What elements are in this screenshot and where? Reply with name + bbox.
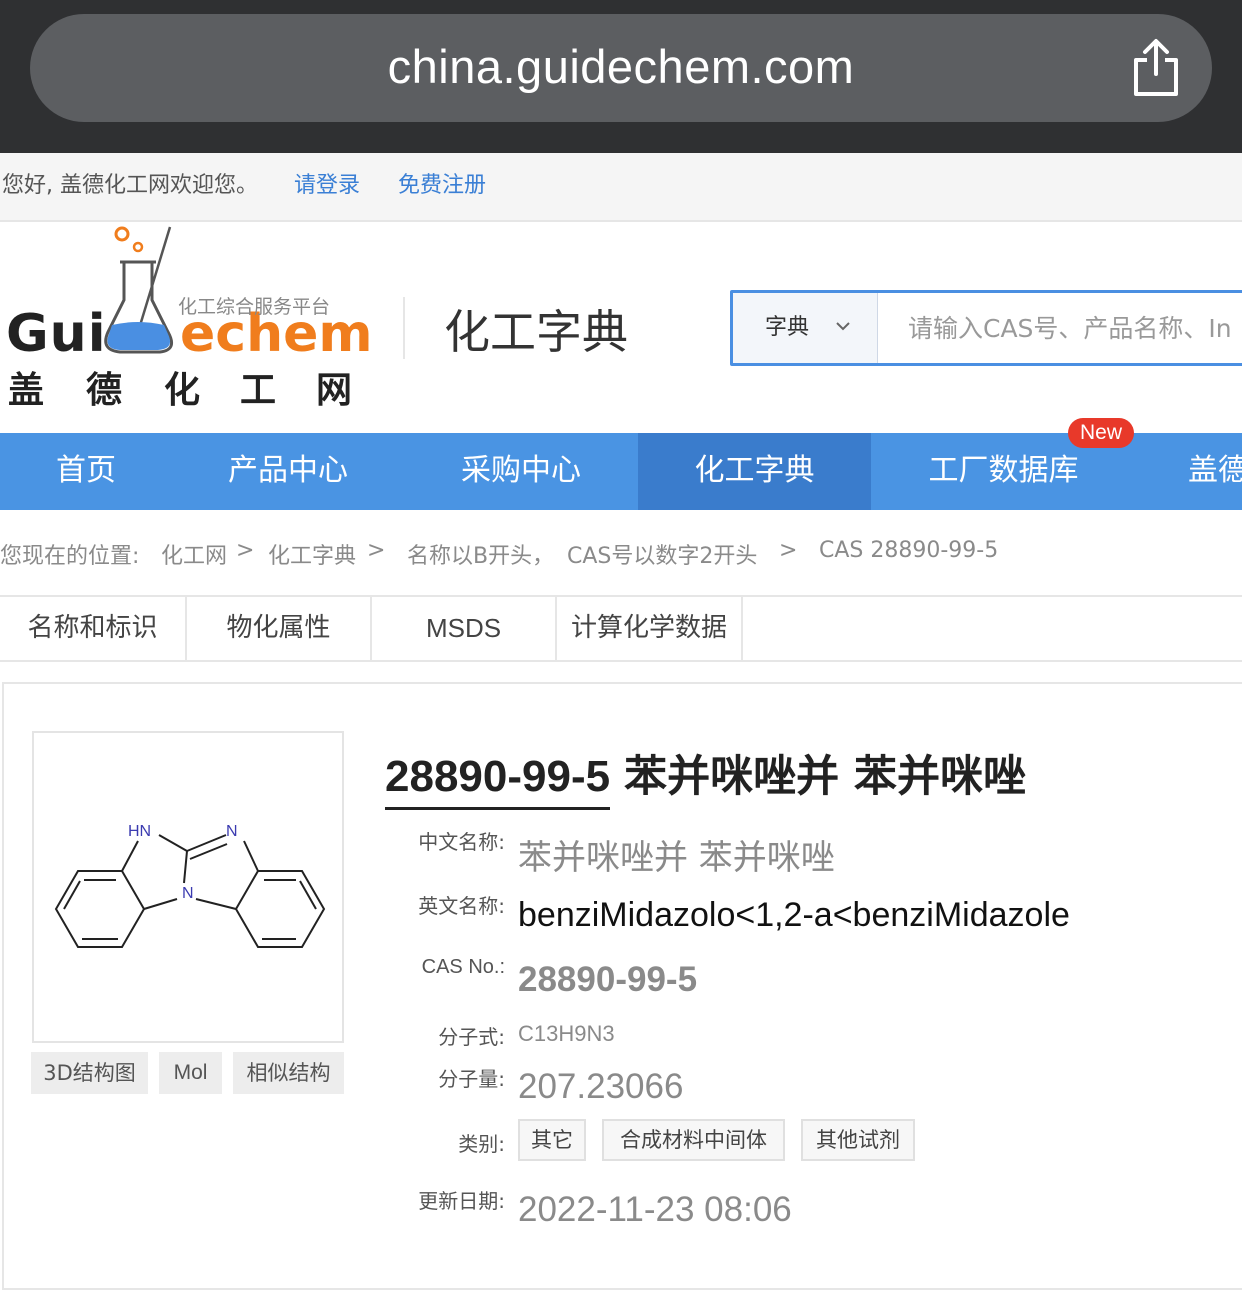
- brand-gui: Gui: [6, 304, 107, 364]
- section-tabs: 名称和标识 物化属性 MSDS 计算化学数据: [0, 595, 1242, 662]
- guidechem-logo[interactable]: Gui echem 化工综合服务平台 盖 德 化 工 网: [0, 222, 380, 412]
- cn-name-label: 中文名称:: [418, 830, 505, 854]
- welcome-bar: 您好, 盖德化工网欢迎您。 请登录 免费注册: [0, 153, 1242, 222]
- nav-dictionary[interactable]: 化工字典: [638, 433, 871, 510]
- breadcrumb-sep: >: [236, 538, 255, 563]
- breadcrumb-item[interactable]: 名称以B开头，: [407, 538, 554, 570]
- formula-label: 分子式:: [438, 1025, 505, 1049]
- logo-char: 网: [316, 370, 353, 411]
- nav-purchase[interactable]: 采购中心: [404, 433, 638, 510]
- logo-tagline: 化工综合服务平台: [178, 296, 331, 318]
- category-label: 类别:: [458, 1132, 505, 1156]
- tab-msds[interactable]: MSDS: [372, 597, 557, 660]
- logo-char: 化: [164, 370, 201, 411]
- page-section-title: 化工字典: [444, 305, 628, 359]
- browser-toolbar: china.guidechem.com: [0, 0, 1242, 153]
- breadcrumb-item[interactable]: 化工字典: [268, 538, 356, 570]
- address-bar[interactable]: china.guidechem.com: [30, 14, 1212, 122]
- tab-names[interactable]: 名称和标识: [0, 597, 187, 660]
- compound-cas-heading: 28890-99-5: [385, 752, 611, 810]
- tab-computed[interactable]: 计算化学数据: [557, 597, 743, 660]
- atom-label-n: N: [226, 823, 238, 840]
- compound-title: 28890-99-5 苯并咪唑并 苯并咪唑: [385, 742, 1027, 810]
- similar-structure-button[interactable]: 相似结构: [233, 1052, 344, 1094]
- register-link[interactable]: 免费注册: [398, 153, 486, 219]
- breadcrumb-prefix: 您现在的位置:: [0, 544, 140, 569]
- en-name-value: benziMidazolo<1,2-a<benziMidazole: [518, 896, 1070, 934]
- search-box: 字典: [730, 290, 1242, 366]
- update-date-value: 2022-11-23 08:06: [518, 1190, 792, 1229]
- 3d-structure-button[interactable]: 3D结构图: [31, 1052, 148, 1094]
- compound-name-heading: 苯并咪唑并 苯并咪唑: [624, 752, 1027, 802]
- breadcrumb-sep: >: [367, 538, 386, 563]
- nav-guide[interactable]: 盖德: [1188, 433, 1242, 510]
- atom-label-hn: HN: [128, 823, 152, 840]
- main-nav: 首页 产品中心 采购中心 化工字典 工厂数据库 盖德: [0, 433, 1242, 510]
- cn-name-value: 苯并咪唑并 苯并咪唑: [518, 838, 835, 878]
- new-badge: New: [1068, 418, 1134, 448]
- en-name-label: 英文名称:: [418, 894, 505, 918]
- logo-char: 德: [86, 370, 123, 411]
- category-tag[interactable]: 合成材料中间体: [602, 1119, 785, 1161]
- nav-products[interactable]: 产品中心: [172, 433, 404, 510]
- atom-label-n: N: [182, 885, 194, 902]
- logo-char: 盖: [8, 370, 45, 411]
- search-type-label: 字典: [765, 315, 810, 340]
- breadcrumb-sep: >: [779, 538, 798, 563]
- structure-image[interactable]: HN N N: [32, 731, 344, 1043]
- welcome-text: 您好, 盖德化工网欢迎您。: [2, 173, 258, 198]
- login-link[interactable]: 请登录: [294, 153, 360, 219]
- formula-value: C13H9N3: [518, 1021, 615, 1046]
- mw-value: 207.23066: [518, 1067, 684, 1106]
- search-input[interactable]: [880, 293, 1242, 363]
- search-type-select[interactable]: 字典: [733, 293, 878, 363]
- breadcrumb-item[interactable]: CAS号以数字2开头: [567, 538, 757, 570]
- mol-button[interactable]: Mol: [159, 1052, 222, 1094]
- mw-label: 分子量:: [438, 1067, 505, 1091]
- logo-char: 工: [240, 370, 277, 411]
- tab-properties[interactable]: 物化属性: [187, 597, 372, 660]
- breadcrumb-current: CAS 28890-99-5: [819, 538, 999, 563]
- category-tag[interactable]: 其他试剂: [801, 1119, 915, 1161]
- update-date-label: 更新日期:: [418, 1189, 505, 1213]
- chevron-down-icon: [836, 322, 850, 331]
- share-icon[interactable]: [1128, 38, 1184, 98]
- header-divider: [403, 297, 405, 359]
- category-tag[interactable]: 其它: [518, 1119, 586, 1161]
- cas-value: 28890-99-5: [518, 960, 698, 999]
- cas-label: CAS No.:: [421, 956, 505, 978]
- url-text: china.guidechem.com: [387, 40, 855, 93]
- nav-home[interactable]: 首页: [0, 433, 172, 510]
- breadcrumb-item[interactable]: 化工网: [161, 538, 227, 570]
